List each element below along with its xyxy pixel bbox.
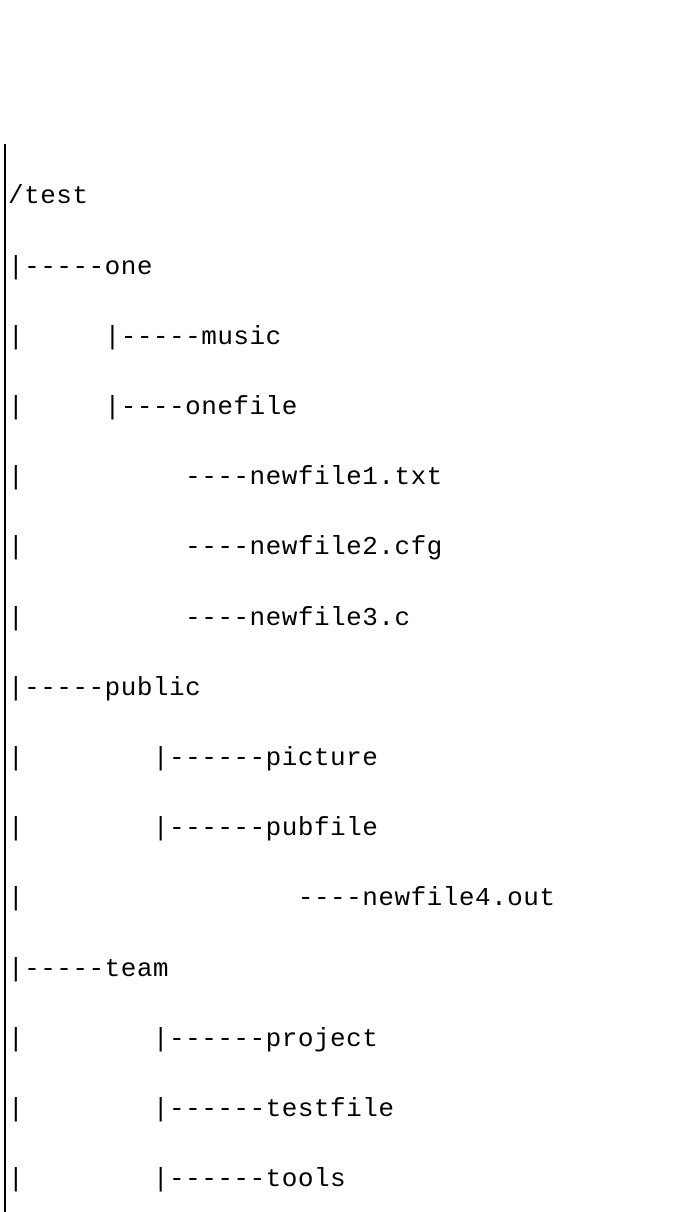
- tree-line: | |-----music: [8, 320, 695, 355]
- tree-line: | |------testfile: [8, 1092, 695, 1127]
- tree-line: | |------project: [8, 1022, 695, 1057]
- tree-line: | ----newfile4.out: [8, 881, 695, 916]
- tree-line: | |------picture: [8, 741, 695, 776]
- tree-line: |-----public: [8, 671, 695, 706]
- directory-tree: /test |-----one | |-----music | |----one…: [4, 144, 695, 1212]
- tree-line: |-----team: [8, 952, 695, 987]
- tree-line: |-----one: [8, 250, 695, 285]
- tree-line: /test: [8, 179, 695, 214]
- tree-line: | |----onefile: [8, 390, 695, 425]
- tree-line: | ----newfile1.txt: [8, 460, 695, 495]
- tree-line: | |------pubfile: [8, 811, 695, 846]
- tree-line: | ----newfile2.cfg: [8, 530, 695, 565]
- tree-line: | |------tools: [8, 1162, 695, 1197]
